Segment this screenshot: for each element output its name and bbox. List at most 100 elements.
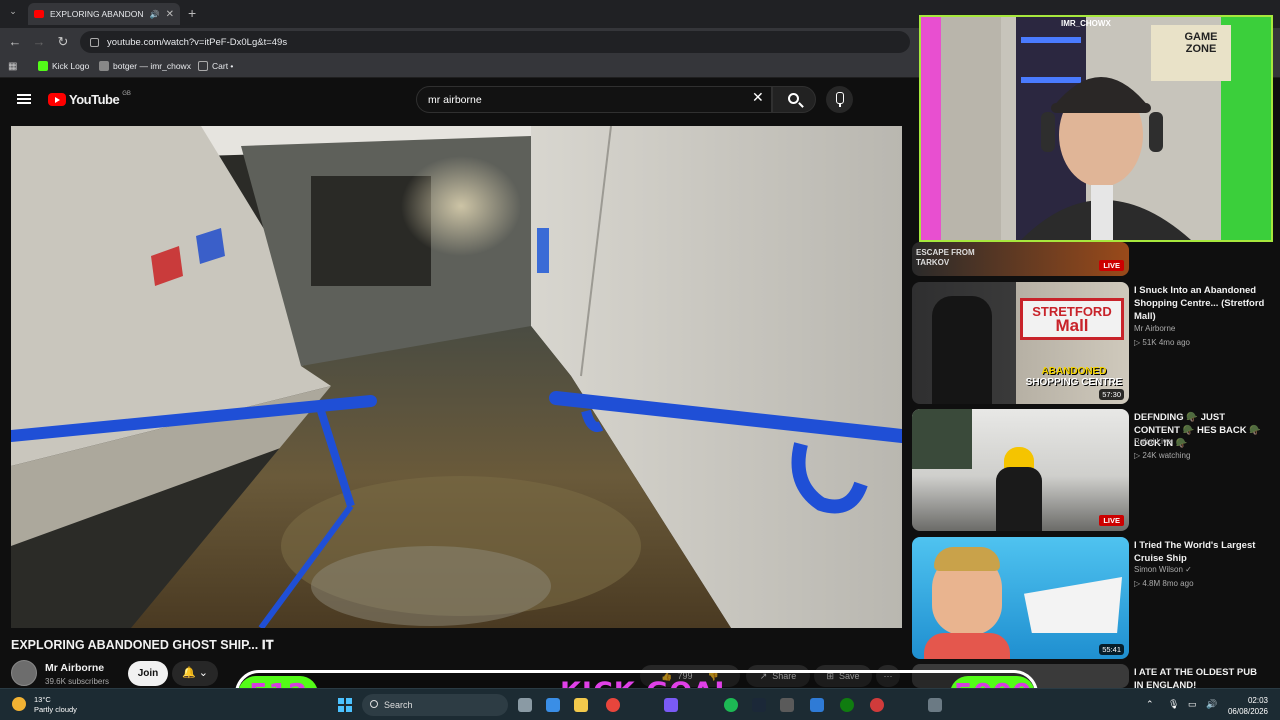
video-player[interactable] (11, 126, 902, 628)
back-arrow-icon[interactable]: ← (7, 34, 23, 50)
recommendation-item[interactable]: ESCAPE FROM TARKOV LIVE (912, 242, 1272, 278)
live-badge: LIVE (1099, 260, 1124, 271)
youtube-wordmark: YouTube (69, 92, 120, 107)
recommendation-thumbnail[interactable]: LIVE (912, 409, 1129, 531)
thumbnail-text: SHOPPING CENTRE (1025, 377, 1123, 388)
battlenet-icon[interactable] (810, 698, 824, 712)
app-icon[interactable] (870, 698, 884, 712)
site-info-icon[interactable] (90, 37, 99, 47)
bookmark-label: Cart • (212, 61, 234, 71)
streamer-webcam: IMR_CHOWX GAME ZONE (919, 15, 1273, 242)
recommendation-views: ▷ 24K watching (1134, 451, 1191, 460)
recommendation-item[interactable]: LIVE DEFNDING 🪖 JUST CONTENT 🪖 HES BACK … (912, 409, 1272, 531)
windows-taskbar: 13°C Partly cloudy Search ⌃ 🎙 ▭ 🔊 02:03 … (0, 688, 1280, 720)
app-icon[interactable] (664, 698, 678, 712)
region-code: GB (122, 90, 131, 97)
thumbnail-hardhat (1004, 447, 1034, 469)
duration-badge: 55:41 (1099, 644, 1124, 655)
video-title: EXPLORING ABANDONED GHOST SHIP... 𝐈𝐓 (11, 638, 274, 652)
forward-arrow-icon[interactable]: → (31, 34, 47, 50)
search-button[interactable] (772, 86, 816, 113)
recommendation-channel[interactable]: Mr Airborne (1134, 324, 1175, 333)
network-icon[interactable]: ▭ (1188, 699, 1197, 710)
bookmark-label: Kick Logo (52, 61, 90, 71)
recommendation-thumbnail[interactable]: 55:41 (912, 537, 1129, 659)
notification-bell-button[interactable]: 🔔 ⌄ (172, 661, 218, 686)
speaker-icon[interactable]: 🔊 (150, 10, 160, 19)
start-windows-icon[interactable] (338, 698, 352, 712)
youtube-logo[interactable]: YouTube GB (48, 90, 131, 107)
edge-icon[interactable] (546, 698, 560, 712)
recommendation-views: ▷ 51K 4mo ago (1134, 338, 1190, 347)
game-zone-sign: GAME ZONE (1184, 31, 1218, 55)
steam-icon[interactable] (752, 698, 766, 712)
recommendation-channel[interactable]: Rakai Live (1134, 437, 1171, 446)
stream-overlay-panel (912, 409, 972, 469)
search-input[interactable]: mr airborne (416, 86, 772, 113)
botger-favicon-icon (99, 61, 109, 71)
close-tab-icon[interactable]: ✕ (166, 9, 174, 20)
youtube-play-icon (48, 93, 66, 106)
reload-icon[interactable]: ↻ (55, 34, 71, 50)
subscriber-count: 39.6K subscribers (45, 677, 110, 686)
voice-search-mic-icon[interactable] (826, 86, 853, 113)
recommendation-item[interactable]: STRETFORD Mall ABANDONED SHOPPING CENTRE… (912, 282, 1272, 404)
chrome-icon[interactable] (606, 698, 620, 712)
join-button[interactable]: Join (128, 661, 168, 686)
tray-overflow-icon[interactable]: ⌃ (1146, 699, 1154, 710)
obs-icon[interactable] (780, 698, 794, 712)
kick-favicon-icon (38, 61, 48, 71)
thumbnail-ship (1024, 577, 1122, 633)
search-icon (788, 93, 799, 104)
bookmark-cart[interactable]: Cart • (198, 61, 233, 71)
url-field[interactable]: youtube.com/watch?v=itPeF-Dx0Lg&t=49s (80, 31, 910, 53)
weather-icon (12, 697, 26, 711)
weather-condition: Partly cloudy (34, 705, 77, 714)
xbox-icon[interactable] (840, 698, 854, 712)
task-view-icon[interactable] (518, 698, 532, 712)
channel-avatar[interactable] (11, 660, 37, 686)
recommendation-title[interactable]: I Tried The World's Largest Cruise Ship (1134, 539, 1266, 565)
temperature: 13°C (34, 695, 51, 704)
tab-search-chevron-icon[interactable]: ⌄ (6, 6, 20, 20)
thumbnail-text: ABANDONED (1041, 366, 1107, 377)
streamer-tag: IMR_CHOWX (1061, 19, 1111, 28)
app-icon[interactable] (928, 698, 942, 712)
apps-grid-icon[interactable]: ▦ (8, 61, 17, 72)
tab-title: EXPLORING ABANDONED G (50, 9, 144, 19)
search-value: mr airborne (428, 93, 482, 106)
thumbnail-caption: ABANDONED SHOPPING CENTRE (1024, 366, 1124, 388)
bookmark-label: botger — imr_chowx (113, 61, 191, 71)
recommendation-thumbnail[interactable]: ESCAPE FROM TARKOV LIVE (912, 242, 1129, 276)
url-text: youtube.com/watch?v=itPeF-Dx0Lg&t=49s (107, 36, 288, 48)
spotify-icon[interactable] (724, 698, 738, 712)
menu-icon[interactable] (17, 94, 31, 104)
system-clock[interactable]: 02:03 06/08/2026 (1228, 695, 1268, 717)
new-tab-button[interactable]: + (188, 5, 196, 21)
video-frame-flooded-stairwell (11, 126, 902, 628)
channel-name[interactable]: Mr Airborne (45, 662, 104, 674)
bookmark-botger[interactable]: botger — imr_chowx (99, 61, 191, 71)
recommendation-title[interactable]: I Snuck Into an Abandoned Shopping Centr… (1134, 284, 1266, 323)
thumbnail-text: Mall (1055, 316, 1089, 335)
youtube-favicon-icon (34, 10, 44, 18)
weather-widget[interactable]: 13°C Partly cloudy (12, 695, 77, 715)
clock-time: 02:03 (1247, 696, 1268, 705)
recommendation-views: ▷ 4.8M 8mo ago (1134, 579, 1194, 588)
microphone-icon[interactable]: 🎙 (1168, 699, 1179, 710)
recommendation-channel[interactable]: Simon Wilson ✓ (1134, 565, 1192, 574)
bookmark-kick-logo[interactable]: Kick Logo (38, 61, 89, 71)
clock-date: 06/08/2026 (1227, 707, 1268, 716)
volume-icon[interactable]: 🔊 (1206, 699, 1217, 710)
clear-search-icon[interactable]: ✕ (752, 89, 764, 106)
file-explorer-icon[interactable] (574, 698, 588, 712)
taskbar-search[interactable]: Search (362, 694, 508, 716)
search-icon (370, 700, 378, 708)
thumbnail-person (932, 296, 992, 404)
recommendation-item[interactable]: 55:41 I Tried The World's Largest Cruise… (912, 537, 1272, 659)
live-badge: LIVE (1099, 515, 1124, 526)
cart-favicon-icon (198, 61, 208, 71)
browser-tab[interactable]: EXPLORING ABANDONED G 🔊 ✕ (28, 3, 180, 25)
recommendation-thumbnail[interactable]: STRETFORD Mall ABANDONED SHOPPING CENTRE… (912, 282, 1129, 404)
thumbnail-shirt (924, 633, 1010, 659)
